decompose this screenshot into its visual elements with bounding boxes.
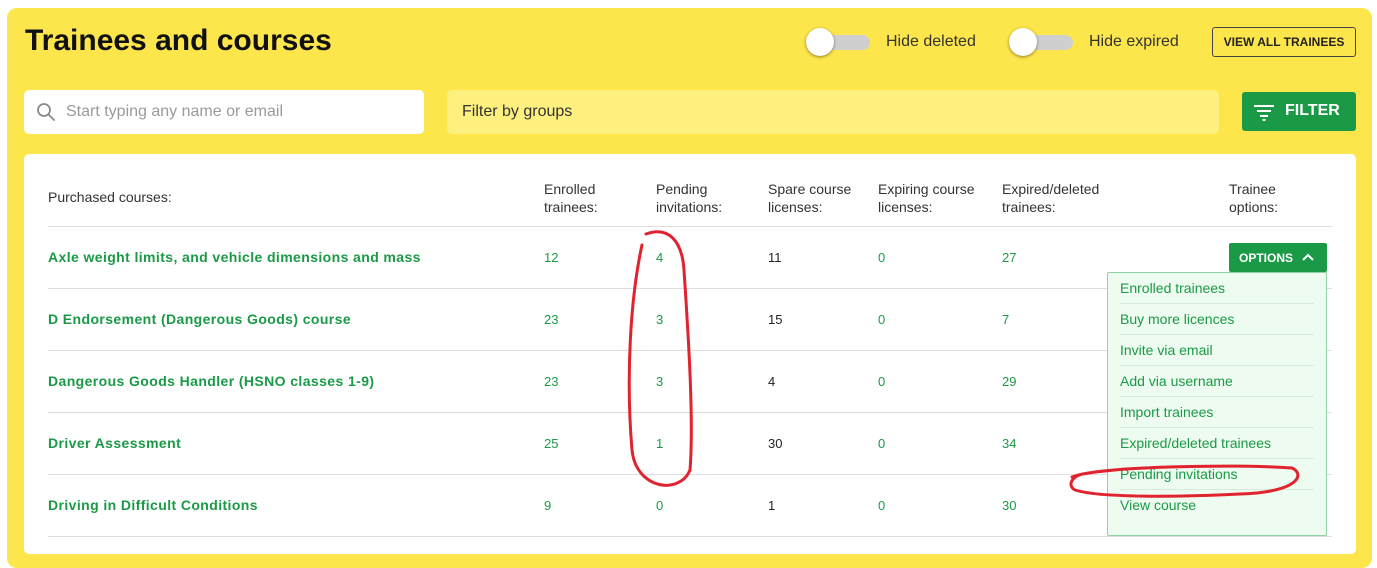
chevron-up-icon — [1301, 250, 1315, 267]
menu-item-import-trainees[interactable]: Import trainees — [1120, 397, 1314, 428]
expired-count[interactable]: 29 — [1002, 374, 1016, 389]
pending-count[interactable]: 3 — [656, 312, 663, 327]
spare-count: 15 — [768, 312, 783, 327]
course-link[interactable]: D Endorsement (Dangerous Goods) course — [48, 311, 351, 327]
spare-count: 1 — [768, 498, 776, 513]
page-title: Trainees and courses — [25, 24, 332, 57]
divider — [48, 536, 1332, 537]
spare-count: 11 — [768, 250, 782, 265]
enrolled-count[interactable]: 12 — [544, 250, 558, 265]
expired-count[interactable]: 30 — [1002, 498, 1016, 513]
menu-item-add-via-username[interactable]: Add via username — [1120, 366, 1314, 397]
search-placeholder: Start typing any name or email — [66, 103, 283, 120]
groups-placeholder: Filter by groups — [462, 103, 573, 120]
search-input[interactable]: Start typing any name or email — [24, 90, 424, 134]
menu-item-enrolled-trainees[interactable]: Enrolled trainees — [1120, 273, 1314, 304]
options-button-label: OPTIONS — [1239, 251, 1294, 265]
toggle-knob[interactable] — [806, 28, 834, 56]
menu-item-expired-deleted-trainees[interactable]: Expired/deleted trainees — [1120, 428, 1314, 459]
search-icon — [36, 102, 56, 127]
spare-count: 4 — [768, 374, 776, 389]
options-menu: Enrolled trainees Buy more licences Invi… — [1107, 272, 1327, 536]
header-purchased-courses: Purchased courses: — [48, 189, 172, 205]
hide-expired-label: Hide expired — [1089, 33, 1179, 50]
menu-item-pending-invitations[interactable]: Pending invitations — [1120, 459, 1314, 490]
enrolled-count[interactable]: 9 — [544, 498, 551, 513]
enrolled-count[interactable]: 23 — [544, 312, 558, 327]
pending-count[interactable]: 0 — [656, 498, 663, 513]
filter-button[interactable]: FILTER — [1242, 92, 1356, 131]
expiring-count[interactable]: 0 — [878, 312, 885, 327]
pending-count[interactable]: 1 — [656, 436, 663, 451]
expiring-count[interactable]: 0 — [878, 250, 885, 265]
enrolled-count[interactable]: 23 — [544, 374, 558, 389]
hide-deleted-toggle[interactable]: Hide deleted — [806, 28, 986, 56]
enrolled-count[interactable]: 25 — [544, 436, 558, 451]
options-button[interactable]: OPTIONS — [1229, 243, 1327, 272]
filter-icon — [1253, 103, 1275, 126]
pending-count[interactable]: 3 — [656, 374, 663, 389]
divider — [48, 226, 1332, 227]
expired-count[interactable]: 27 — [1002, 250, 1016, 265]
menu-item-invite-via-email[interactable]: Invite via email — [1120, 335, 1314, 366]
pending-count[interactable]: 4 — [656, 250, 663, 265]
header-enrolled-trainees: Enrolled trainees: — [544, 181, 598, 215]
header-spare-licenses: Spare course licenses: — [768, 181, 852, 215]
header-expiring-licenses: Expiring course licenses: — [878, 181, 975, 215]
course-link[interactable]: Driving in Difficult Conditions — [48, 497, 258, 513]
course-link[interactable]: Driver Assessment — [48, 435, 181, 451]
menu-item-view-course[interactable]: View course — [1120, 490, 1314, 520]
course-link[interactable]: Dangerous Goods Handler (HSNO classes 1-… — [48, 373, 374, 389]
hide-deleted-label: Hide deleted — [886, 33, 976, 50]
expired-count[interactable]: 34 — [1002, 436, 1016, 451]
filter-by-groups-select[interactable]: Filter by groups — [447, 90, 1219, 134]
header-trainee-options: Trainee options: — [1229, 181, 1279, 215]
courses-table: Purchased courses: Enrolled trainees: Pe… — [24, 154, 1356, 554]
course-link[interactable]: Axle weight limits, and vehicle dimensio… — [48, 249, 421, 265]
view-all-trainees-button[interactable]: VIEW ALL TRAINEES — [1212, 27, 1356, 57]
expiring-count[interactable]: 0 — [878, 436, 885, 451]
filter-button-label: FILTER — [1285, 102, 1340, 119]
header-expired-deleted: Expired/deleted trainees: — [1002, 181, 1100, 215]
header-pending-invitations: Pending invitations: — [656, 181, 723, 215]
expiring-count[interactable]: 0 — [878, 374, 885, 389]
expired-count[interactable]: 7 — [1002, 312, 1009, 327]
expiring-count[interactable]: 0 — [878, 498, 885, 513]
toggle-knob[interactable] — [1009, 28, 1037, 56]
menu-item-buy-more-licences[interactable]: Buy more licences — [1120, 304, 1314, 335]
spare-count: 30 — [768, 436, 783, 451]
hide-expired-toggle[interactable]: Hide expired — [1009, 28, 1189, 56]
